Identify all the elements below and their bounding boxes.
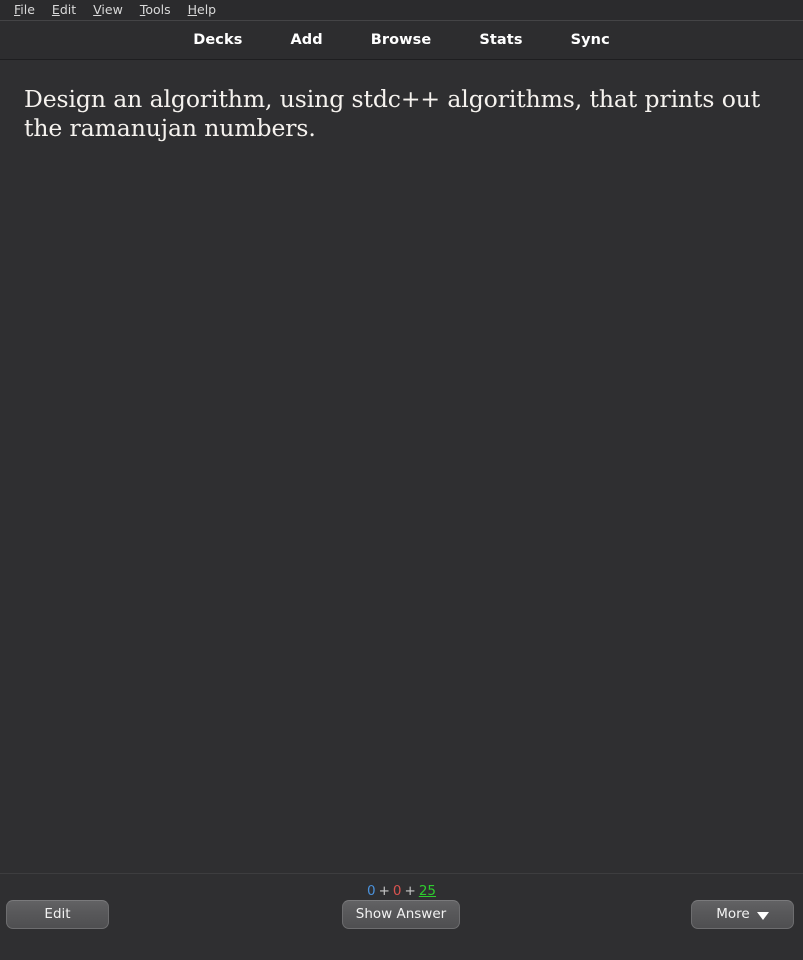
nav-link-decks[interactable]: Decks: [169, 27, 266, 53]
nav-link-add[interactable]: Add: [266, 27, 346, 53]
edit-button-label: Edit: [44, 905, 71, 922]
count-separator-2: +: [404, 883, 416, 899]
count-separator-1: +: [378, 883, 390, 899]
menu-accel-edit: E: [51, 1, 60, 17]
review-bottom-bar: 0 +0 +25 Edit Show Answer More: [0, 873, 803, 960]
menu-label-help: elp: [197, 1, 217, 17]
show-answer-button-label: Show Answer: [355, 905, 447, 922]
chevron-down-icon: [756, 911, 769, 920]
menu-item-edit[interactable]: Edit: [44, 2, 85, 19]
more-button-label: More: [716, 905, 750, 922]
card-question-text: Design an algorithm, using stdc++ algori…: [24, 85, 761, 142]
menu-label-edit: dit: [59, 1, 77, 17]
nav-link-browse[interactable]: Browse: [347, 27, 456, 53]
card-question-area: Design an algorithm, using stdc++ algori…: [0, 61, 803, 873]
count-learning: 0: [392, 883, 402, 899]
menu-item-help[interactable]: Help: [180, 2, 226, 19]
main-nav: Decks Add Browse Stats Sync: [0, 21, 803, 60]
menu-label-view: iew: [101, 1, 123, 17]
menu-label-tools: ools: [145, 1, 171, 17]
show-answer-button[interactable]: Show Answer: [342, 900, 460, 929]
count-new: 0: [367, 883, 376, 899]
card-counts: 0 +0 +25: [0, 883, 803, 899]
nav-link-sync[interactable]: Sync: [547, 27, 634, 53]
count-due: 25: [418, 883, 436, 899]
menu-item-view[interactable]: View: [85, 2, 132, 19]
menu-accel-help: H: [187, 1, 198, 17]
menu-item-tools[interactable]: Tools: [132, 2, 180, 19]
more-button[interactable]: More: [691, 900, 794, 929]
edit-button[interactable]: Edit: [6, 900, 109, 929]
menu-label-file: ile: [20, 1, 35, 17]
menubar: File Edit View Tools Help: [0, 0, 803, 21]
nav-link-stats[interactable]: Stats: [455, 27, 546, 53]
menu-item-file[interactable]: File: [6, 2, 44, 19]
